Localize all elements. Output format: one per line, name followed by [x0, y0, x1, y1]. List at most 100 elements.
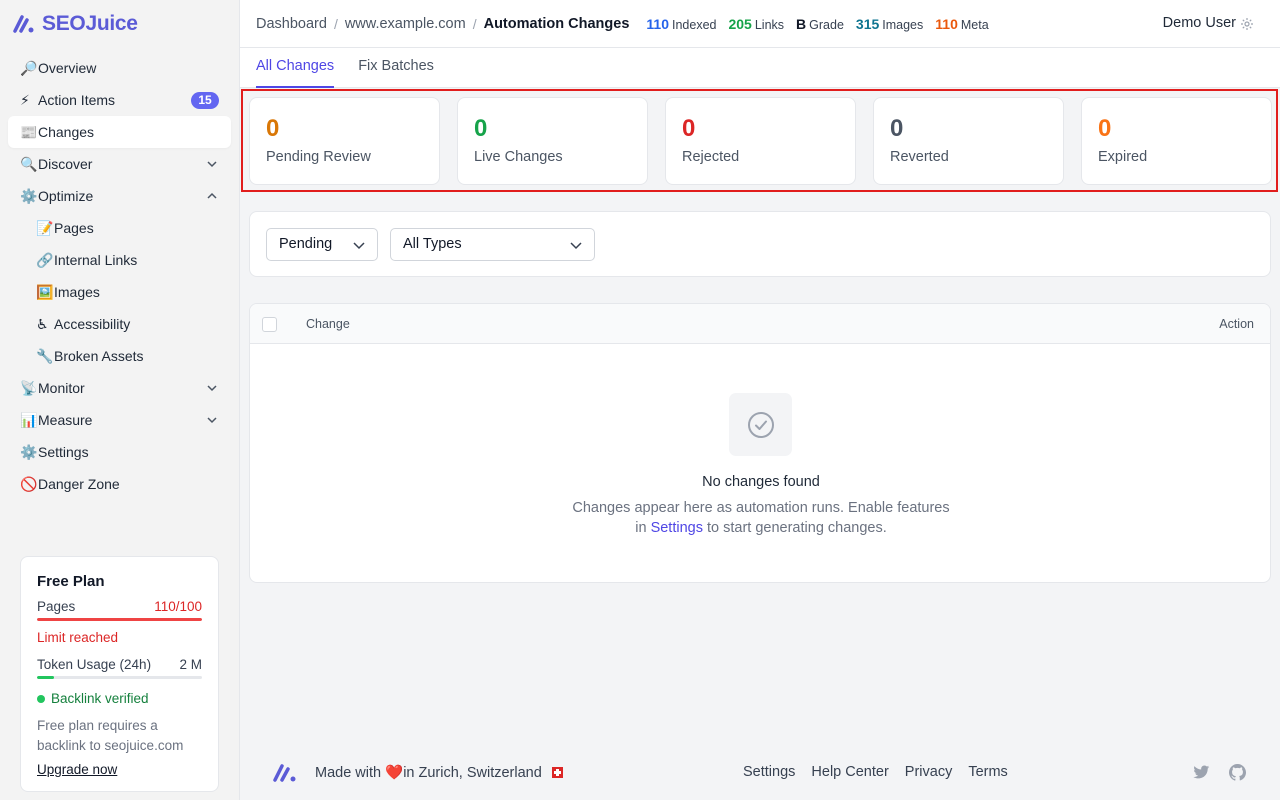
column-header-change[interactable]: Change [306, 317, 350, 331]
made-with-prefix: Made with [315, 765, 382, 781]
empty-state-line-2: in Settings to start generating changes. [250, 518, 1270, 538]
brand-logo[interactable]: SEOJuice [12, 10, 138, 38]
sidebar-item-label: Pages [54, 220, 94, 236]
sidebar-item-pages[interactable]: 📝 Pages [8, 212, 231, 244]
stat-card-value: 0 [474, 115, 488, 142]
settings-link[interactable]: Settings [651, 520, 703, 536]
github-icon[interactable] [1229, 764, 1246, 781]
satellite-icon: 📡 [20, 380, 38, 396]
made-with-suffix: in Zurich, Switzerland [403, 765, 542, 781]
newspaper-icon: 📰 [20, 124, 38, 140]
sidebar-item-optimize[interactable]: ⚙️ Optimize [8, 180, 231, 212]
seojuice-logo-icon[interactable] [272, 760, 300, 784]
breadcrumb-dashboard[interactable]: Dashboard [256, 16, 327, 32]
breadcrumb-site[interactable]: www.example.com [345, 16, 466, 32]
select-all-checkbox[interactable] [262, 317, 277, 332]
stat-links: 205 Links [728, 16, 784, 32]
sidebar-item-danger-zone[interactable]: 🚫 Danger Zone [8, 468, 231, 500]
empty-state-description: Changes appear here as automation runs. … [250, 498, 1270, 538]
footer-link-privacy[interactable]: Privacy [905, 764, 953, 780]
stat-card-label: Pending Review [266, 149, 371, 165]
upgrade-now-link[interactable]: Upgrade now [37, 762, 202, 777]
column-header-action: Action [1219, 317, 1254, 331]
stat-card-expired[interactable]: 0 Expired [1081, 97, 1272, 185]
user-menu[interactable]: Demo User [1163, 15, 1236, 31]
sidebar-item-label: Action Items [38, 92, 116, 108]
picture-icon: 🖼️ [36, 284, 54, 300]
top-header: Dashboard / www.example.com / Automation… [240, 0, 1280, 48]
check-circle-icon [747, 411, 774, 438]
stat-label: Indexed [672, 17, 717, 32]
breadcrumb-separator: / [333, 15, 338, 32]
sidebar-item-images[interactable]: 🖼️ Images [8, 276, 231, 308]
stat-card-value: 0 [266, 115, 280, 142]
sidebar-item-action-items[interactable]: ⚡ Action Items 15 [8, 84, 231, 116]
chevron-up-icon [207, 192, 217, 199]
gear-icon[interactable] [1240, 17, 1254, 31]
magnifier-icon: 🔎 [20, 60, 38, 76]
stat-card-value: 0 [1098, 115, 1112, 142]
sidebar-item-label: Internal Links [54, 252, 138, 268]
sidebar-item-changes[interactable]: 📰 Changes [8, 116, 231, 148]
stat-value: 110 [646, 15, 669, 32]
type-filter-select[interactable]: All Types [390, 228, 595, 261]
tab-all-changes[interactable]: All Changes [256, 48, 335, 88]
empty-state-text: in [635, 520, 647, 536]
sidebar-item-discover[interactable]: 🔍 Discover [8, 148, 231, 180]
stat-card-live-changes[interactable]: 0 Live Changes [457, 97, 648, 185]
type-filter-value: All Types [403, 236, 462, 252]
stat-value: B [796, 15, 807, 32]
status-dot-icon [37, 694, 45, 703]
stat-card-label: Expired [1098, 149, 1148, 165]
search-icon: 🔍 [20, 156, 38, 172]
stat-label: Images [882, 17, 924, 32]
breadcrumb-separator: / [472, 15, 477, 32]
sidebar-item-internal-links[interactable]: 🔗 Internal Links [8, 244, 231, 276]
stat-card-value: 0 [682, 115, 696, 142]
sidebar-item-broken-assets[interactable]: 🔧 Broken Assets [8, 340, 231, 372]
brand-name: SEOJuice [42, 12, 138, 35]
sidebar-item-label: Accessibility [54, 316, 131, 332]
sidebar-item-label: Overview [38, 60, 97, 76]
stat-images: 315 Images [856, 16, 923, 32]
stat-card-pending-review[interactable]: 0 Pending Review [249, 97, 440, 185]
footer-link-terms[interactable]: Terms [968, 764, 1007, 780]
sidebar-item-overview[interactable]: 🔎 Overview [8, 52, 231, 84]
chevron-down-icon [570, 242, 582, 250]
sidebar-item-accessibility[interactable]: ♿ Accessibility [8, 308, 231, 340]
stat-grade: B Grade [796, 16, 844, 32]
stat-value: 110 [935, 15, 958, 32]
empty-state-title: No changes found [702, 474, 820, 490]
stat-card-reverted[interactable]: 0 Reverted [873, 97, 1064, 185]
changes-table: Change Action No changes found Changes a… [249, 303, 1271, 583]
plan-title: Free Plan [37, 573, 105, 590]
stat-card-rejected[interactable]: 0 Rejected [665, 97, 856, 185]
chevron-down-icon [207, 417, 217, 424]
twitter-icon[interactable] [1193, 765, 1210, 780]
memo-icon: 📝 [36, 220, 54, 236]
backlink-verified-text: Backlink verified [51, 691, 149, 706]
sidebar-item-settings[interactable]: ⚙️ Settings [8, 436, 231, 468]
footer: Made with ❤️in Zurich, Switzerland Setti… [240, 740, 1280, 800]
sidebar-item-label: Settings [38, 444, 89, 460]
empty-state-text: to start generating changes. [707, 520, 887, 536]
pages-usage-bar-fill [37, 618, 202, 621]
sidebar-item-monitor[interactable]: 📡 Monitor [8, 372, 231, 404]
bar-chart-icon: 📊 [20, 412, 38, 428]
footer-link-help-center[interactable]: Help Center [811, 764, 888, 780]
heart-icon: ❤️ [385, 765, 404, 781]
limit-reached-text: Limit reached [37, 630, 119, 645]
empty-state-icon-box [729, 393, 792, 456]
stat-card-label: Rejected [682, 149, 740, 165]
tab-fix-batches[interactable]: Fix Batches [358, 48, 434, 88]
sidebar-item-label: Optimize [38, 188, 94, 204]
sidebar-item-measure[interactable]: 📊 Measure [8, 404, 231, 436]
filter-bar: Pending All Types [249, 211, 1271, 277]
gear-icon: ⚙️ [20, 188, 38, 204]
status-filter-select[interactable]: Pending [266, 228, 378, 261]
table-header: Change Action [250, 304, 1270, 344]
footer-link-settings[interactable]: Settings [743, 764, 795, 780]
sidebar-nav: 🔎 Overview ⚡ Action Items 15 📰 Changes 🔍… [8, 52, 231, 500]
stat-label: Meta [960, 17, 989, 32]
wheelchair-icon: ♿ [36, 316, 49, 332]
